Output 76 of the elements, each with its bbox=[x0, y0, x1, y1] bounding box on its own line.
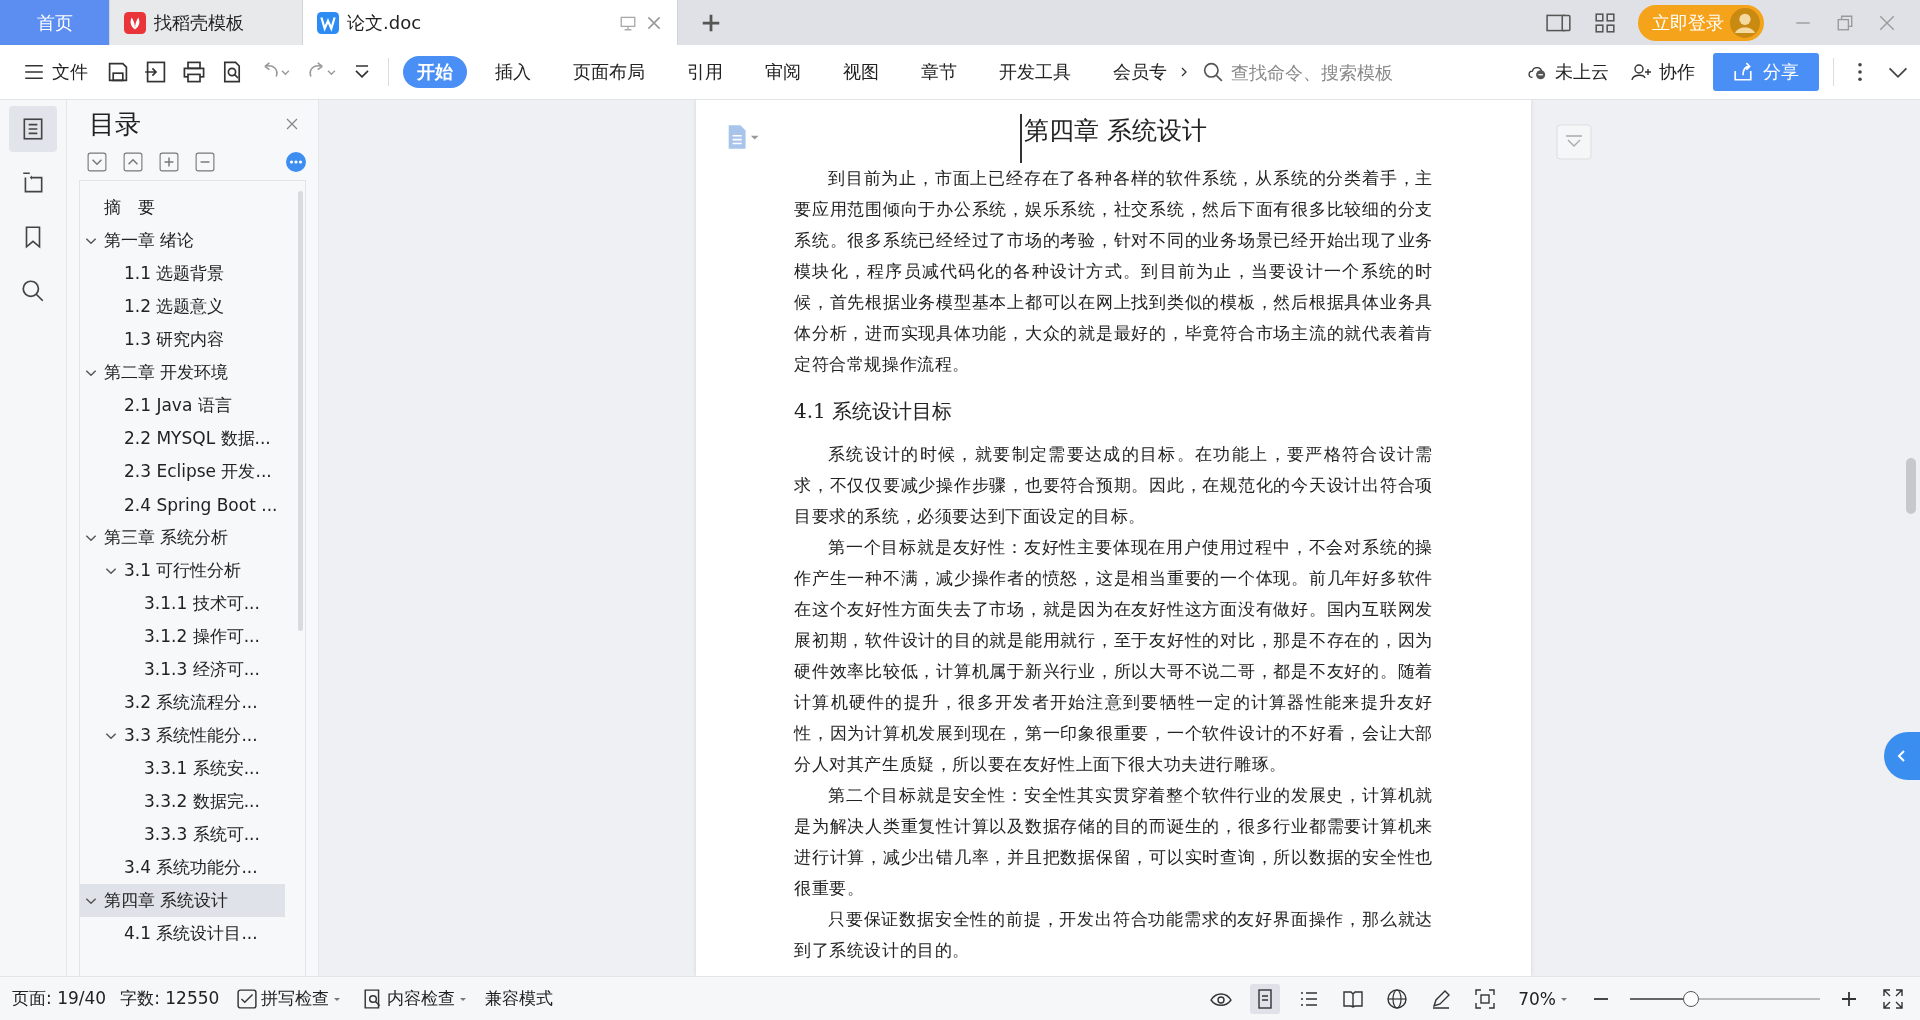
check-box-icon bbox=[237, 988, 258, 1009]
expand-up-icon[interactable] bbox=[123, 152, 143, 172]
scrollbar-thumb[interactable] bbox=[1906, 458, 1916, 514]
outline-item[interactable]: 第四章 系统设计 bbox=[80, 884, 285, 917]
outline-item[interactable]: 第三章 系统分析 bbox=[80, 521, 285, 554]
outline-item[interactable]: 3.1.2 操作可... bbox=[80, 620, 285, 653]
grid-icon[interactable] bbox=[1592, 11, 1618, 34]
compatibility-mode: 兼容模式 bbox=[485, 987, 554, 1010]
ribbon-tab[interactable]: 审阅 bbox=[751, 56, 815, 88]
cloud-status-button[interactable]: 未上云 bbox=[1523, 56, 1613, 88]
leaf-logo-icon bbox=[124, 11, 146, 34]
add-person-icon bbox=[1631, 62, 1651, 82]
ribbon-tab[interactable]: 插入 bbox=[481, 56, 545, 88]
outline-item[interactable]: 2.1 Java 语言 bbox=[80, 389, 285, 422]
outline-item[interactable]: 3.3.3 系统可... bbox=[80, 818, 285, 851]
file-menu[interactable]: 文件 bbox=[20, 56, 92, 88]
remove-heading-icon[interactable] bbox=[195, 152, 215, 172]
collaborate-button[interactable]: 协作 bbox=[1627, 56, 1699, 88]
side-panel-toggle[interactable] bbox=[1884, 732, 1920, 780]
outline-item[interactable]: 摘 要 bbox=[80, 191, 285, 224]
close-icon[interactable] bbox=[284, 116, 300, 132]
share-icon bbox=[1733, 62, 1753, 82]
body-paragraph: 系统设计的时候，就要制定需要达成的目标。在功能上，要严格符合设计需求，不仅仅要减少操作步骤，也要符合预期。因此，在规范化的今天设计出符合项目要求的系统，必须要达到下面设定的目标。 bbox=[794, 443, 1433, 528]
add-heading-icon[interactable] bbox=[159, 152, 179, 172]
outline-item[interactable]: 3.3.1 系统安... bbox=[80, 752, 285, 785]
page-count[interactable]: 页面: 19/40 bbox=[12, 987, 107, 1010]
ribbon-tab[interactable]: 章节 bbox=[907, 56, 971, 88]
outline-item[interactable]: 2.3 Eclipse 开发... bbox=[80, 455, 285, 488]
outline-item[interactable]: 第一章 绪论 bbox=[80, 224, 285, 257]
page-view-icon[interactable] bbox=[1250, 983, 1281, 1014]
menu-icon bbox=[24, 62, 44, 82]
outline-item[interactable]: 3.1.1 技术可... bbox=[80, 587, 285, 620]
ribbon-tab[interactable]: 引用 bbox=[673, 56, 737, 88]
tab[interactable]: 论文.doc bbox=[303, 0, 678, 45]
section-heading: 4.1 系统设计目标 bbox=[794, 398, 954, 425]
slider-thumb[interactable] bbox=[1682, 990, 1699, 1007]
search-icon bbox=[1203, 62, 1223, 82]
outline-item[interactable]: 3.2 系统流程分... bbox=[80, 686, 285, 719]
print-icon[interactable] bbox=[182, 60, 206, 84]
ribbon-tab[interactable]: 页面布局 bbox=[559, 56, 659, 88]
outline-item[interactable]: 1.3 研究内容 bbox=[80, 323, 285, 356]
body-paragraph: 第一个目标就是友好性：友好性主要体现在用户使用过程中，不会对系统的操作产生一种不满，减少操作者的愤怒，这是相当重要的一个体现。前几年好多软件在这个友好性方面失去了市场，就是因为在友好性这方面没有做好。国内互联网发展初期，软件设计的目的就是能用就行，至于友好性的对比，那是不存在的，因为硬件效率比较低，计算机属于新兴行业，所以大哥不说二哥，都是不友好的。随着计算机硬件的提升，很多开发者开始注意到要牺牲一定的计算器性能来提升友好性，因为计算机发展到现在，第一印象很重要，一个软件设计的不好看，会让大部分人对其产生质疑，所以要在友好性上面下很大功夫进行雕琢。 bbox=[794, 536, 1433, 776]
export-icon[interactable] bbox=[144, 60, 168, 84]
word-count[interactable]: 字数: 12550 bbox=[120, 987, 220, 1010]
body-paragraph: 到目前为止，市面上已经存在了各种各样的软件系统，从系统的分类着手，主要应用范围倾向于办公系统，娱乐系统，社交系统，然后下面有很多比较细的分支系统。很多系统已经经过了市场的考验，针对不同的业务场景已经开始出现了业务模块化，程序员减代码化的各种设计方式。到目前为止，当要设计一个系统的时候，首先根据业务模型基本上都可以在网上找到类似的模板，然后根据具体业务具体分析，进而实现具体功能，大众的就是最好的，毕竟符合市场主流的就代表着肯定符合常规操作流程。 bbox=[794, 167, 1433, 376]
save-icon[interactable] bbox=[106, 60, 130, 84]
chevron-left-icon bbox=[1896, 748, 1908, 764]
panel-title: 目录 bbox=[89, 107, 141, 141]
outline-item[interactable]: 1.2 选题意义 bbox=[80, 290, 285, 323]
content-check-button[interactable]: 内容检查 bbox=[359, 985, 472, 1012]
body-paragraph: 只要保证数据安全性的前提，开发出符合功能需求的友好界面操作，那么就达到了系统设计的目的。 bbox=[794, 908, 1433, 962]
outline-item[interactable]: 3.3 系统性能分... bbox=[80, 719, 285, 752]
outline-item[interactable]: 3.1 可行性分析 bbox=[80, 554, 285, 587]
document-w-icon bbox=[317, 11, 339, 34]
ribbon-tab[interactable]: 会员专 bbox=[1099, 56, 1181, 88]
body-paragraph: 第二个目标就是安全性：安全性其实贯穿着整个软件行业的发展史，计算机就是为解决人类重复性计算以及数据存储的目的而诞生的，很多行业都需要计算机来进行计算，减少出错几率，并且把数据保留，可以实时查询，所以数据的安全性也很重要。 bbox=[794, 784, 1433, 900]
ribbon-tab[interactable]: 开发工具 bbox=[985, 56, 1085, 88]
outline-item[interactable]: 3.4 系统功能分... bbox=[80, 851, 285, 884]
ribbon-tab[interactable]: 视图 bbox=[829, 56, 893, 88]
toc-panel-button[interactable] bbox=[9, 106, 57, 152]
search-icon bbox=[20, 278, 46, 304]
tab[interactable]: 找稻壳模板 bbox=[110, 0, 303, 45]
outline-item[interactable]: 2.2 MYSQL 数据... bbox=[80, 422, 285, 455]
collapse-all-icon[interactable] bbox=[87, 152, 107, 172]
outline-item[interactable]: 2.4 Spring Boot ... bbox=[80, 488, 285, 521]
outline-item[interactable]: 第二章 开发环境 bbox=[80, 356, 285, 389]
more-options-icon[interactable] bbox=[286, 152, 306, 172]
outline-item[interactable]: 3.3.2 数据完... bbox=[80, 785, 285, 818]
outline-item[interactable]: 1.1 选题背景 bbox=[80, 257, 285, 290]
spell-check-button[interactable]: 拼写检查 bbox=[233, 985, 346, 1012]
avatar-icon bbox=[1730, 7, 1760, 38]
chapter-heading: 第四章 系统设计 bbox=[1020, 114, 1207, 163]
outline-item[interactable]: 3.1.3 经济可... bbox=[80, 653, 285, 686]
zoom-dropdown[interactable]: 70% bbox=[1514, 986, 1572, 1011]
outline-item[interactable]: 4.1 系统设计目... bbox=[80, 917, 285, 950]
search-field[interactable]: 查找命令、搜索模板 bbox=[1203, 60, 1413, 84]
